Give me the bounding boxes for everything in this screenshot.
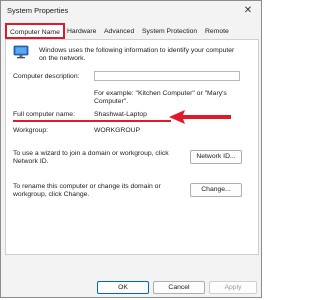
tab-computer-name[interactable]: Computer Name	[5, 23, 65, 39]
tab-hardware[interactable]: Hardware	[67, 25, 96, 39]
network-id-text-line2: Network ID.	[13, 158, 49, 165]
tab-advanced[interactable]: Advanced	[104, 25, 134, 39]
close-icon[interactable]: ✕	[241, 4, 255, 18]
window-title: System Properties	[7, 6, 69, 15]
computer-description-input[interactable]	[94, 71, 240, 81]
apply-button[interactable]: Apply	[209, 281, 257, 294]
monitor-icon	[13, 45, 29, 59]
description-hint-line2: Computer".	[94, 98, 129, 105]
ok-button[interactable]: OK	[97, 281, 149, 294]
annotation-arrow-icon	[169, 110, 231, 124]
change-text-line2: workgroup, click Change.	[13, 191, 90, 198]
workgroup-label: Workgroup:	[13, 127, 49, 134]
network-id-button[interactable]: Network ID...	[190, 150, 242, 164]
annotation-underline	[13, 120, 171, 122]
intro-text-line2: on the network.	[39, 55, 86, 62]
title-bar: System Properties ✕	[1, 1, 261, 21]
system-properties-window: System Properties ✕ Computer Name Hardwa…	[0, 0, 262, 298]
tab-remote[interactable]: Remote	[205, 25, 229, 39]
workgroup-value: WORKGROUP	[94, 127, 141, 134]
full-computer-name-label: Full computer name:	[13, 111, 75, 118]
cancel-button[interactable]: Cancel	[153, 281, 205, 294]
tab-strip: Computer Name Hardware Advanced System P…	[5, 23, 259, 39]
computer-description-label: Computer description:	[13, 73, 80, 80]
tab-system-protection[interactable]: System Protection	[142, 25, 197, 39]
change-button[interactable]: Change...	[190, 183, 242, 197]
full-computer-name-value: Shashwat-Laptop	[94, 111, 147, 118]
